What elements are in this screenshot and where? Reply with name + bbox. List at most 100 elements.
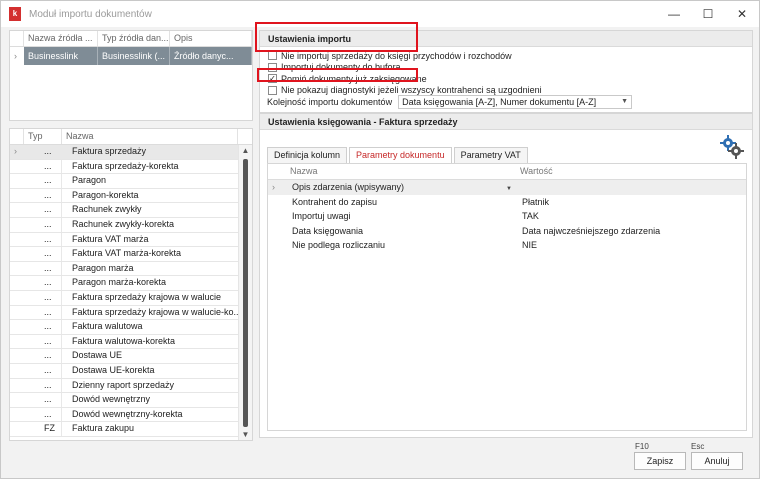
import-order-row: Kolejność importu dokumentów Data księgo… — [267, 95, 633, 109]
param-name-text: Opis zdarzenia (wpisywany) — [292, 182, 405, 192]
doc-type-cell: ... — [24, 320, 62, 334]
source-name-cell[interactable]: Businesslink — [24, 47, 98, 65]
table-row[interactable]: › Opis zdarzenia (wpisywany) ▼ — [268, 180, 746, 195]
list-item[interactable]: ... Rachunek zwykły — [10, 203, 238, 218]
doc-type-cell: FZ — [24, 422, 62, 436]
col-source-desc[interactable]: Opis — [170, 31, 252, 46]
col-param-value[interactable]: Wartość — [512, 164, 746, 179]
import-order-select[interactable]: Data księgowania [A-Z], Numer dokumentu … — [398, 95, 633, 109]
tab-column-definition[interactable]: Definicja kolumn — [267, 147, 348, 163]
row-indicator-icon — [268, 195, 282, 210]
param-value-cell[interactable] — [512, 180, 746, 195]
cancel-button[interactable]: Anuluj — [691, 452, 743, 470]
param-value-cell[interactable]: Płatnik — [512, 195, 746, 210]
list-item[interactable]: ... Paragon — [10, 174, 238, 189]
document-rows: ›... Faktura sprzedaży... Faktura sprzedaż… — [10, 145, 238, 437]
import-settings-header: Ustawienia importu — [260, 31, 752, 47]
list-item[interactable]: ... Faktura walutowa — [10, 320, 238, 335]
import-module-window: k Moduł importu dokumentów — ☐ ✕ Nazwa ź… — [0, 0, 760, 479]
row-indicator-icon — [10, 276, 24, 290]
list-item[interactable]: ... Dostawa UE-korekta — [10, 363, 238, 379]
doc-name-cell: Dowód wewnętrzny — [72, 394, 151, 405]
doc-name-cell: Faktura sprzedaży — [72, 146, 147, 156]
source-row[interactable]: › Businesslink Businesslink (... Źródło … — [10, 47, 252, 65]
doc-name-cell: Faktura walutowa-korekta — [72, 335, 176, 346]
param-name-cell: Importuj uwagi — [282, 209, 512, 224]
list-item[interactable]: ... Faktura sprzedaży krajowa w walucie — [10, 290, 238, 306]
tab-vat-params[interactable]: Parametry VAT — [453, 147, 528, 163]
row-indicator-icon — [10, 320, 24, 334]
import-option-label: Pomiń dokumenty już zaksięgowane — [281, 73, 427, 84]
doc-type-cell: ... — [24, 305, 62, 320]
doc-name-cell: Faktura walutowa — [72, 321, 143, 332]
doc-type-cell: ... — [24, 174, 62, 188]
row-indicator-icon: › — [14, 146, 17, 156]
source-grid-header: Nazwa źródła ... Typ źródła dan... Opis — [10, 31, 252, 47]
settings-gear-icon[interactable] — [719, 134, 745, 160]
param-value-cell[interactable]: NIE — [512, 238, 746, 253]
doc-name-cell: Faktura sprzedaży-korekta — [72, 160, 179, 171]
table-row[interactable]: Kontrahent do zapisu Płatnik — [268, 195, 746, 210]
col-source-name[interactable]: Nazwa źródła ... — [24, 31, 98, 46]
checkbox[interactable] — [268, 85, 277, 95]
title-bar: k Moduł importu dokumentów — ☐ ✕ — [1, 1, 759, 27]
row-indicator-icon — [10, 218, 24, 232]
checkbox[interactable]: ✓ — [268, 74, 277, 84]
tab-document-params[interactable]: Parametry dokumentu — [349, 147, 452, 163]
import-option-label: Nie importuj sprzedaży do księgi przycho… — [281, 50, 512, 61]
minimize-button[interactable]: — — [657, 1, 691, 27]
close-button[interactable]: ✕ — [725, 1, 759, 27]
param-value-cell[interactable]: TAK — [512, 209, 746, 224]
doc-type-cell: ... — [24, 247, 62, 261]
import-option[interactable]: Importuj dokumenty do bufora — [268, 62, 752, 74]
col-source-type[interactable]: Typ źródła dan... — [98, 31, 170, 46]
list-item[interactable]: ... Faktura walutowa-korekta — [10, 334, 238, 350]
table-row[interactable]: Data księgowania Data najwcześniejszego z… — [268, 224, 746, 239]
doc-name-cell: Paragon-korekta — [72, 189, 139, 200]
row-indicator-icon — [10, 408, 24, 422]
maximize-button[interactable]: ☐ — [691, 1, 725, 27]
save-button[interactable]: Zapisz — [634, 452, 686, 470]
document-type-list: Typ Nazwa ›... Faktura sprzedaży... Faktur… — [9, 128, 253, 441]
doc-type-cell: ... — [24, 203, 62, 217]
list-item[interactable]: ... Faktura VAT marża-korekta — [10, 247, 238, 262]
row-indicator-icon — [10, 262, 24, 276]
col-doc-type[interactable]: Typ — [24, 129, 62, 144]
list-item[interactable]: ... Paragon marża — [10, 261, 238, 277]
list-item[interactable]: ›... Faktura sprzedaży — [10, 145, 238, 160]
doc-type-cell: ... — [24, 232, 62, 247]
checkbox[interactable] — [268, 62, 277, 72]
list-item[interactable]: ... Faktura sprzedaży krajowa w walucie-k… — [10, 305, 238, 321]
scroll-up-icon[interactable]: ▲ — [239, 145, 252, 157]
document-list-scrollbar[interactable]: ▲ ▼ — [238, 145, 252, 440]
import-option[interactable]: Nie importuj sprzedaży do księgi przycho… — [268, 50, 752, 62]
import-option[interactable]: ✓ Pomiń dokumenty już zaksięgowane — [268, 73, 752, 85]
list-item[interactable]: ... Dzienny raport sprzedaży — [10, 378, 238, 394]
list-item[interactable]: ... Dowód wewnętrzny — [10, 393, 238, 408]
param-value-cell[interactable]: Data najwcześniejszego zdarzenia — [512, 224, 746, 239]
table-row[interactable]: Nie podlega rozliczaniu NIE — [268, 238, 746, 253]
doc-name-cell: Faktura zakupu — [72, 423, 135, 434]
list-item[interactable]: ... Faktura sprzedaży-korekta — [10, 159, 238, 175]
list-item[interactable]: ... Dostawa UE — [10, 349, 238, 364]
scroll-thumb[interactable] — [243, 159, 248, 427]
list-item[interactable]: ... Dowód wewnętrzny-korekta — [10, 407, 238, 423]
list-item[interactable]: ... Rachunek zwykły-korekta — [10, 217, 238, 233]
list-item[interactable]: ... Paragon marża-korekta — [10, 276, 238, 291]
source-type-cell[interactable]: Businesslink (... — [98, 47, 170, 65]
doc-name-cell: Paragon marża-korekta — [72, 277, 167, 288]
row-indicator-icon — [10, 335, 24, 349]
list-item[interactable]: FZ Faktura zakupu — [10, 422, 238, 437]
col-param-name[interactable]: Nazwa — [282, 164, 512, 179]
row-indicator-icon — [10, 247, 24, 261]
doc-type-cell: ... — [24, 334, 62, 349]
doc-name-cell: Faktura sprzedaży krajowa w walucie — [72, 291, 222, 302]
scroll-down-icon[interactable]: ▼ — [239, 429, 252, 440]
list-item[interactable]: ... Faktura VAT marża — [10, 232, 238, 248]
list-item[interactable]: ... Paragon-korekta — [10, 188, 238, 204]
source-desc-cell[interactable]: Źródło danyc... — [170, 47, 252, 65]
checkbox[interactable] — [268, 51, 277, 61]
table-row[interactable]: Importuj uwagi TAK — [268, 209, 746, 224]
col-doc-name[interactable]: Nazwa — [62, 129, 238, 144]
save-shortcut-hint: F10 — [635, 442, 649, 451]
